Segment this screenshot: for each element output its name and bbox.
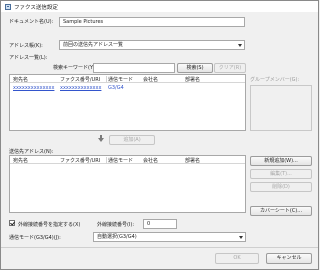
- group-members-list: [250, 85, 312, 131]
- outside-line-checkbox-label: 外線接続番号を指定する(X): [18, 222, 81, 228]
- search-keyword-label: 検索キーワード(Y):: [53, 65, 97, 71]
- address-book-selected: 前回の送信先アドレス一覧: [63, 42, 124, 48]
- search-keyword-input[interactable]: [93, 63, 175, 73]
- table-row[interactable]: xxxxxxxxxxxxxx xxxxxxxxxxxxxx G3/G4: [10, 84, 245, 92]
- recipients-header: 宛先名 ファクス番号/URI 通信モード 会社名 部署名: [10, 156, 245, 164]
- fax-settings-dialog: ファクス送信設定 ドキュメント名(U): Sample Pictures アドレ…: [0, 0, 319, 270]
- recipients-label: 送信先アドレス(N):: [9, 149, 54, 155]
- row-mode: G3/G4: [108, 85, 124, 91]
- search-button[interactable]: 検索(S): [177, 63, 213, 73]
- col-company: 会社名: [143, 77, 159, 83]
- add-button[interactable]: 追加(A): [109, 135, 155, 145]
- delete-recipient-button[interactable]: 削除(D): [250, 182, 312, 192]
- window-title: ファクス送信設定: [14, 4, 58, 11]
- comm-mode-selected: 自動選択(G3/G4): [97, 234, 137, 240]
- document-name-label: ドキュメント名(U):: [9, 19, 54, 25]
- address-book-select[interactable]: 前回の送信先アドレス一覧: [59, 40, 245, 50]
- cover-sheet-button[interactable]: カバーシート(C)...: [250, 206, 312, 216]
- chevron-down-icon: [238, 44, 242, 47]
- group-members-label: グループメンバー(G):: [250, 77, 300, 83]
- address-list-label: アドレス一覧(L):: [9, 55, 48, 61]
- col-department: 部署名: [185, 77, 201, 83]
- title-bar: ファクス送信設定: [1, 1, 318, 12]
- col-department: 部署名: [185, 158, 201, 164]
- outside-line-number-label: 外線接続番号(I):: [97, 222, 135, 228]
- address-book-label: アドレス帳(K):: [9, 43, 43, 49]
- recipients-table[interactable]: 宛先名 ファクス番号/URI 通信モード 会社名 部署名: [9, 155, 246, 213]
- column-divider: [106, 76, 107, 82]
- col-fax-number: ファクス番号/URI: [60, 77, 101, 83]
- comm-mode-label: 通信モード(G3/G4)(J):: [9, 235, 61, 241]
- col-fax-number: ファクス番号/URI: [60, 158, 101, 164]
- column-divider: [106, 157, 107, 163]
- outside-line-checkbox[interactable]: [9, 220, 15, 226]
- clear-button[interactable]: クリア(R): [214, 63, 246, 73]
- comm-mode-select[interactable]: 自動選択(G3/G4): [93, 232, 246, 242]
- chevron-down-icon: [239, 236, 243, 239]
- address-list-header: 宛先名 ファクス番号/URI 通信モード 会社名 部署名: [10, 75, 245, 83]
- edit-recipient-button[interactable]: 編集(T)...: [250, 169, 312, 179]
- outside-line-number-input[interactable]: 0: [143, 219, 177, 229]
- address-list-table[interactable]: 宛先名 ファクス番号/URI 通信モード 会社名 部署名 xxxxxxxxxxx…: [9, 74, 246, 131]
- ok-button[interactable]: OK: [215, 253, 259, 264]
- col-mode: 通信モード: [108, 77, 134, 83]
- new-recipient-button[interactable]: 新規追加(W)...: [250, 156, 312, 166]
- col-mode: 通信モード: [108, 158, 134, 164]
- fax-app-icon: [5, 3, 11, 10]
- row-name: xxxxxxxxxxxxxx: [13, 85, 55, 91]
- document-name-input[interactable]: Sample Pictures: [59, 17, 245, 27]
- arrow-down-icon: [98, 138, 104, 142]
- col-company: 会社名: [143, 158, 159, 164]
- footer-divider: [1, 247, 318, 248]
- row-fax-number: xxxxxxxxxxxxxx: [60, 85, 102, 91]
- cancel-button[interactable]: キャンセル: [266, 253, 312, 264]
- col-name: 宛先名: [13, 77, 29, 83]
- col-name: 宛先名: [13, 158, 29, 164]
